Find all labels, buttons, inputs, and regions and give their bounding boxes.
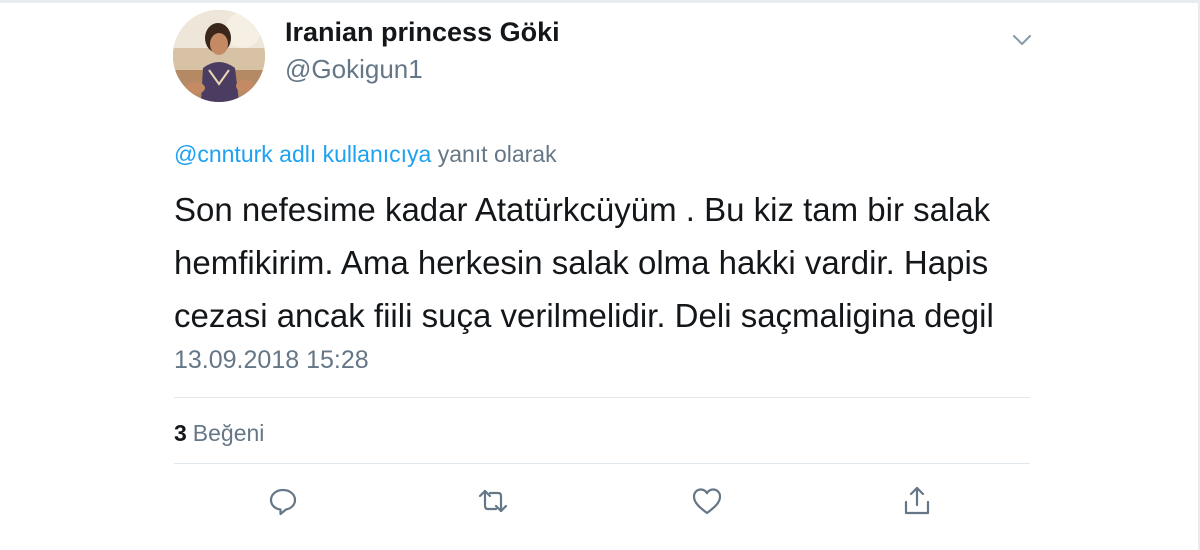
display-name[interactable]: Iranian princess Göki xyxy=(285,17,560,48)
reply-suffix: yanıt olarak xyxy=(437,141,557,167)
divider xyxy=(174,463,1030,464)
like-label: Beğeni xyxy=(192,420,265,446)
like-count: 3 xyxy=(174,420,187,446)
retweet-icon[interactable] xyxy=(476,484,510,518)
share-icon[interactable] xyxy=(900,484,934,518)
tweet-detail: Iranian princess Göki @Gokigun1 @cnnturk… xyxy=(0,0,1200,550)
reply-context: @cnnturk adlı kullanıcıya yanıt olarak xyxy=(174,141,557,168)
likes-stat[interactable]: 3 Beğeni xyxy=(174,420,264,447)
user-handle[interactable]: @Gokigun1 xyxy=(285,54,423,85)
tweet-text: Son nefesime kadar Atatürkcüyüm . Bu kiz… xyxy=(174,191,994,334)
heart-icon[interactable] xyxy=(690,484,724,518)
reply-mention-link[interactable]: @cnnturk adlı kullanıcıya xyxy=(174,141,431,167)
tweet-timestamp[interactable]: 13.09.2018 15:28 xyxy=(174,346,369,375)
top-border xyxy=(0,0,1200,3)
avatar[interactable] xyxy=(173,10,265,102)
divider xyxy=(174,397,1030,398)
chevron-down-icon[interactable] xyxy=(1010,28,1034,52)
reply-icon[interactable] xyxy=(266,484,300,518)
